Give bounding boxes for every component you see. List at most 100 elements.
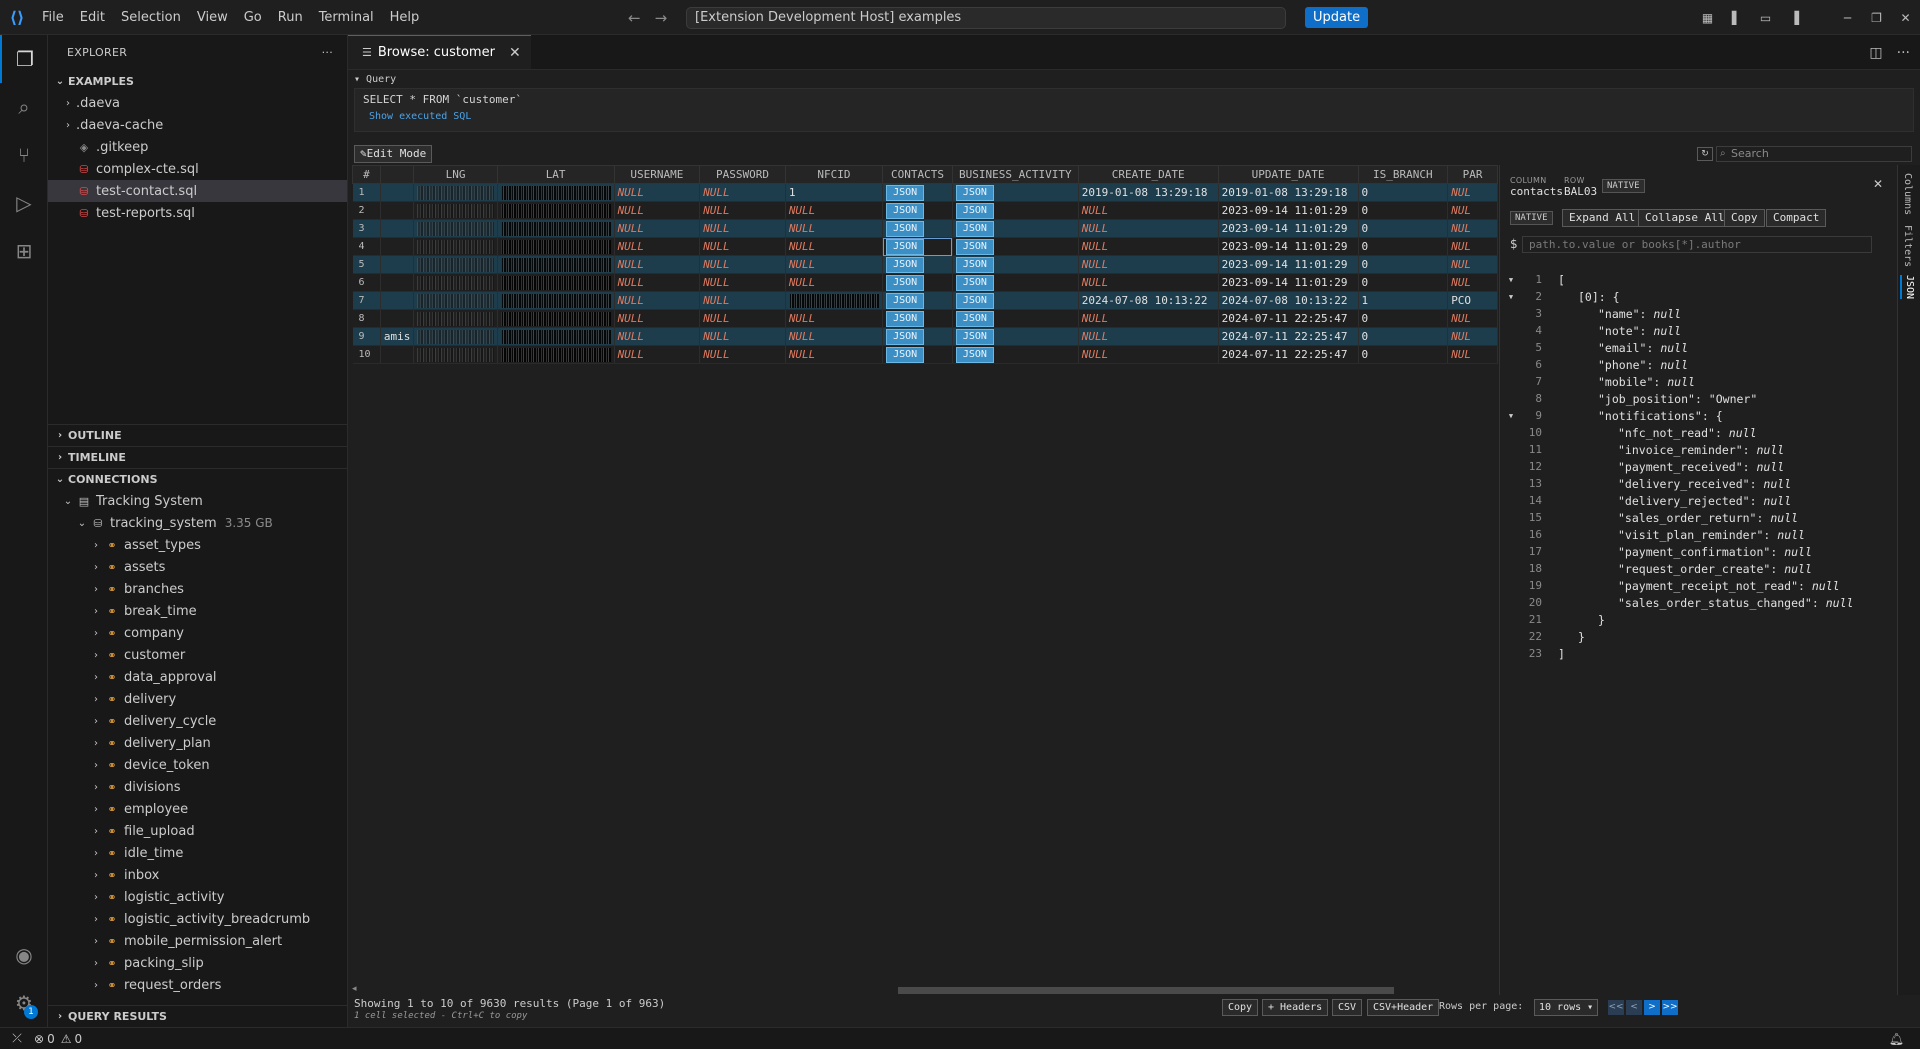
timeline-section[interactable]: › TIMELINE	[48, 446, 347, 468]
horizontal-scrollbar[interactable]	[898, 987, 1394, 994]
menu-terminal[interactable]: Terminal	[311, 0, 382, 35]
table-row[interactable]: 5 NULL NULL NULL JSON JSON NULL 2023-09-14 11:0…	[352, 255, 1498, 274]
menu-selection[interactable]: Selection	[113, 0, 189, 35]
table-item[interactable]: › ⚭ logistic_activity_breadcrumb	[48, 908, 347, 930]
json-badge[interactable]: JSON	[886, 220, 925, 237]
notifications-bell-icon[interactable]: 🔔︎	[1889, 1032, 1904, 1046]
contacts-cell[interactable]: JSON	[882, 309, 953, 328]
table-item[interactable]: › ⚭ customer	[48, 644, 347, 666]
menu-run[interactable]: Run	[270, 0, 311, 35]
username-cell[interactable]: NULL	[614, 273, 701, 292]
remote-icon[interactable]: ⤫	[0, 1031, 34, 1046]
errors-icon[interactable]: ⊗	[34, 1032, 44, 1046]
toggle-panel-icon[interactable]: ▭	[1751, 11, 1780, 25]
create-date-cell[interactable]: NULL	[1078, 345, 1219, 364]
lng-cell[interactable]	[413, 291, 498, 310]
lng-cell[interactable]	[413, 237, 498, 256]
create-date-cell[interactable]: NULL	[1078, 201, 1219, 220]
lng-cell[interactable]	[413, 201, 498, 220]
menu-edit[interactable]: Edit	[72, 0, 113, 35]
table-item[interactable]: › ⚭ branches	[48, 578, 347, 600]
table-row[interactable]: 1 NULL NULL 1 JSON JSON 2019-01-08 13:29:18 201…	[352, 183, 1498, 202]
back-arrow-icon[interactable]: ←	[628, 9, 641, 27]
account-icon[interactable]: ◉	[0, 931, 48, 979]
table-item[interactable]: › ⚭ mobile_permission_alert	[48, 930, 347, 952]
explorer-icon[interactable]: ❐	[0, 35, 48, 83]
business-activity-cell[interactable]: JSON	[952, 273, 1079, 292]
layout-customize-icon[interactable]: ▦	[1693, 11, 1722, 25]
name-cell[interactable]	[380, 237, 415, 256]
column-header[interactable]	[379, 165, 415, 184]
username-cell[interactable]: NULL	[614, 237, 701, 256]
business-activity-cell[interactable]: JSON	[952, 345, 1079, 364]
par-cell[interactable]: NUL	[1447, 183, 1498, 202]
business-activity-cell[interactable]: JSON	[952, 309, 1079, 328]
source-control-icon[interactable]: ⑂	[0, 131, 48, 179]
business-activity-cell[interactable]: JSON	[952, 183, 1079, 202]
par-cell[interactable]: NUL	[1447, 201, 1498, 220]
column-header[interactable]: LNG	[413, 165, 498, 184]
last-page-button[interactable]: >>	[1662, 1000, 1678, 1015]
update-date-cell[interactable]: 2023-09-14 11:01:29	[1218, 237, 1359, 256]
collapse-all-button[interactable]: Collapse All	[1638, 209, 1732, 227]
contacts-cell[interactable]: JSON	[882, 291, 953, 310]
run-debug-icon[interactable]: ▷	[0, 179, 48, 227]
json-badge[interactable]: JSON	[955, 184, 994, 201]
create-date-cell[interactable]: NULL	[1078, 237, 1219, 256]
extensions-icon[interactable]: ⊞	[0, 227, 48, 275]
command-center[interactable]: [Extension Development Host] examples	[686, 7, 1286, 29]
business-activity-cell[interactable]: JSON	[952, 237, 1079, 256]
json-badge[interactable]: JSON	[955, 202, 994, 219]
create-date-cell[interactable]: NULL	[1078, 219, 1219, 238]
column-header[interactable]: PAR	[1447, 165, 1498, 184]
warnings-icon[interactable]: ⚠	[61, 1032, 72, 1046]
lat-cell[interactable]	[497, 291, 615, 310]
name-cell[interactable]	[380, 345, 415, 364]
update-date-cell[interactable]: 2019-01-08 13:29:18	[1218, 183, 1359, 202]
file-item[interactable]: ⛁ complex-cte.sql	[48, 158, 347, 180]
lng-cell[interactable]	[413, 345, 498, 364]
name-cell[interactable]	[380, 309, 415, 328]
connections-section[interactable]: ⌄ CONNECTIONS	[48, 468, 347, 490]
fold-toggle-icon[interactable]: ▼	[1506, 412, 1516, 420]
username-cell[interactable]: NULL	[614, 219, 701, 238]
table-item[interactable]: › ⚭ request_orders	[48, 974, 347, 996]
file-item[interactable]: ⛁ test-contact.sql	[48, 180, 347, 202]
column-header[interactable]: USERNAME	[613, 165, 701, 184]
table-row[interactable]: 6 NULL NULL NULL JSON JSON NULL 2023-09-14 11:0…	[352, 273, 1498, 292]
table-item[interactable]: › ⚭ delivery_cycle	[48, 710, 347, 732]
update-date-cell[interactable]: 2024-07-11 22:25:47	[1218, 309, 1359, 328]
table-item[interactable]: › ⚭ packing_slip	[48, 952, 347, 974]
rows-per-page-select[interactable]: 10 rows ▾	[1534, 999, 1599, 1016]
forward-arrow-icon[interactable]: →	[655, 9, 668, 27]
name-cell[interactable]	[380, 183, 415, 202]
native-toggle[interactable]: NATIVE	[1510, 211, 1553, 225]
contacts-cell[interactable]: JSON	[882, 255, 953, 274]
nfcid-cell[interactable]: NULL	[785, 219, 884, 238]
connection-item[interactable]: ⌄ ▤ Tracking System	[48, 490, 347, 512]
json-badge[interactable]: JSON	[886, 292, 925, 309]
create-date-cell[interactable]: NULL	[1078, 255, 1219, 274]
table-item[interactable]: › ⚭ delivery	[48, 688, 347, 710]
nfcid-cell[interactable]: NULL	[785, 273, 884, 292]
json-badge[interactable]: JSON	[955, 292, 994, 309]
contacts-cell[interactable]: JSON	[882, 273, 953, 292]
lng-cell[interactable]	[413, 309, 498, 328]
update-date-cell[interactable]: 2023-09-14 11:01:29	[1218, 219, 1359, 238]
password-cell[interactable]: NULL	[699, 327, 786, 346]
table-item[interactable]: › ⚭ assets	[48, 556, 347, 578]
table-row[interactable]: 7 NULL NULL JSON JSON 2024-07-08 10:13:22 2024…	[352, 291, 1498, 310]
business-activity-cell[interactable]: JSON	[952, 255, 1079, 274]
table-row[interactable]: 8 NULL NULL NULL JSON JSON NULL 2024-07-11 22:2…	[352, 309, 1498, 328]
json-badge[interactable]: JSON	[886, 274, 925, 291]
update-date-cell[interactable]: 2024-07-11 22:25:47	[1218, 345, 1359, 364]
restore-icon[interactable]: ❐	[1862, 11, 1891, 25]
table-item[interactable]: › ⚭ employee	[48, 798, 347, 820]
lat-cell[interactable]	[497, 345, 615, 364]
business-activity-cell[interactable]: JSON	[952, 291, 1079, 310]
lat-cell[interactable]	[497, 327, 615, 346]
rail-filters-tab[interactable]: Filters	[1902, 225, 1913, 267]
file-item[interactable]: ⛁ test-reports.sql	[48, 202, 347, 224]
toggle-primary-sidebar-icon[interactable]: ▌	[1722, 11, 1751, 25]
nfcid-cell[interactable]: NULL	[785, 327, 884, 346]
